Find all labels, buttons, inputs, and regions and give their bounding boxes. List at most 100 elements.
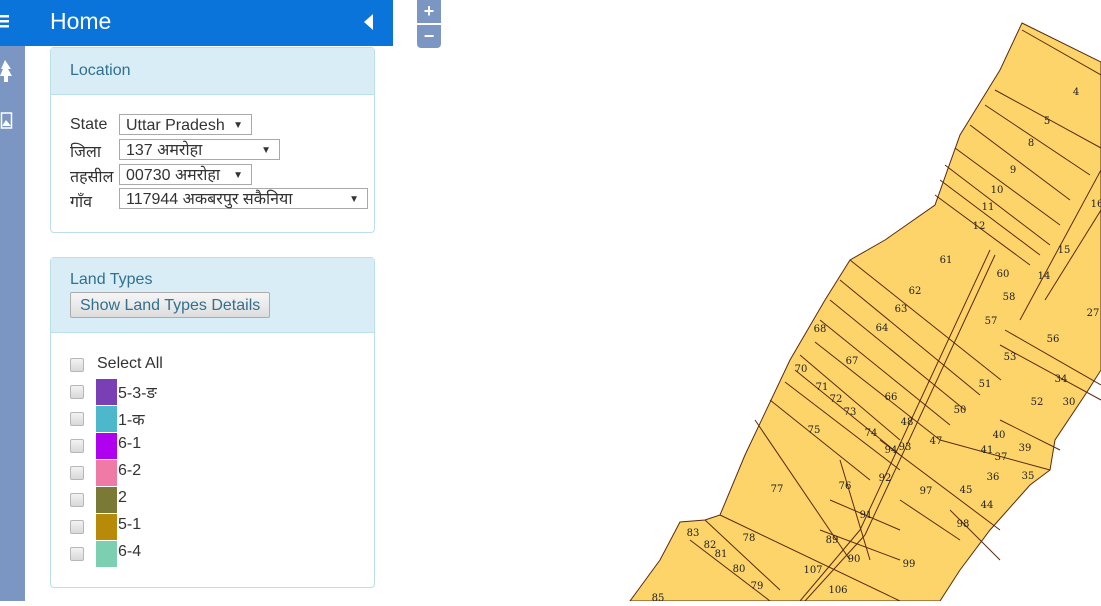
land-type-checkbox[interactable] (70, 493, 84, 507)
parcel-label[interactable]: 35 (1022, 471, 1035, 482)
parcel-label[interactable]: 37 (995, 452, 1008, 463)
menu-button[interactable] (0, 0, 25, 46)
parcel-label[interactable]: 92 (879, 473, 892, 484)
parcel-label[interactable]: 39 (1019, 443, 1032, 454)
parcel-label[interactable]: 83 (687, 528, 700, 539)
parcel-label[interactable]: 51 (979, 379, 992, 390)
parcel-label[interactable]: 97 (920, 486, 933, 497)
parcel-label[interactable]: 90 (848, 554, 861, 565)
village-select[interactable]: 117944 अकबरपुर सकैनिया ▼ (119, 188, 368, 209)
parcel-label[interactable]: 75 (808, 425, 821, 436)
parcel-label[interactable]: 67 (846, 356, 859, 367)
parcel-label[interactable]: 50 (954, 405, 967, 416)
parcel-map[interactable]: 4589101112141516273034353637394041444547… (395, 0, 1101, 604)
parcel-label[interactable]: 12 (973, 221, 986, 232)
parcel-label[interactable]: 76 (839, 481, 852, 492)
map-canvas[interactable]: 4 5 8 9 10 11 12 14 15 16 27 30 34 35 36 37 39 40 41 44 45 47… (395, 0, 1101, 604)
parcel-label[interactable]: 81 (715, 549, 728, 560)
state-label: State (70, 116, 108, 133)
parcel-label[interactable]: 4 (1073, 87, 1079, 98)
district-value: 137 अमरोहा (126, 142, 203, 159)
parcel-label[interactable]: 58 (1003, 292, 1016, 303)
parcel-label[interactable]: 53 (1004, 352, 1017, 363)
parcel-label[interactable]: 5 (1044, 116, 1050, 127)
parcel-label[interactable]: 8 (1028, 138, 1034, 149)
state-value: Uttar Pradesh (126, 117, 225, 134)
tree-icon[interactable] (0, 60, 14, 84)
parcel-label[interactable]: 14 (1038, 271, 1051, 282)
land-type-checkbox[interactable] (70, 547, 84, 561)
land-type-label: 6-4 (118, 543, 142, 560)
parcel-label[interactable]: 40 (993, 430, 1006, 441)
parcel-label[interactable]: 62 (909, 286, 922, 297)
parcel-label[interactable]: 89 (826, 535, 839, 546)
parcel-label[interactable]: 93 (899, 442, 912, 453)
parcel-label[interactable]: 60 (997, 269, 1010, 280)
parcel-label[interactable]: 36 (987, 472, 1000, 483)
parcel-label[interactable]: 45 (960, 485, 973, 496)
parcel-label[interactable]: 27 (1087, 308, 1100, 319)
parcel-label[interactable]: 61 (940, 255, 953, 266)
land-type-checkbox[interactable] (70, 385, 84, 399)
district-select[interactable]: 137 अमरोहा ▼ (119, 139, 280, 160)
land-type-label: 5-1 (118, 516, 142, 533)
land-type-label: 6-2 (118, 462, 142, 479)
parcel-label[interactable]: 107 (803, 565, 822, 576)
state-select[interactable]: Uttar Pradesh ▼ (119, 114, 252, 135)
land-type-label: 1-क (118, 412, 145, 429)
parcel-label[interactable]: 94 (885, 445, 898, 456)
parcel-label[interactable]: 15 (1058, 245, 1071, 256)
parcel-label[interactable]: 70 (795, 364, 808, 375)
land-type-color-swatch (96, 514, 117, 540)
parcel-label[interactable]: 57 (985, 316, 998, 327)
hamburger-icon (0, 15, 9, 28)
select-all-checkbox[interactable] (70, 358, 84, 372)
parcel-label[interactable]: 99 (903, 559, 916, 570)
image-icon[interactable] (0, 112, 14, 130)
parcel-label[interactable]: 82 (704, 540, 717, 551)
parcel-label[interactable]: 85 (652, 593, 665, 604)
land-type-color-swatch (96, 460, 117, 486)
parcel-label[interactable]: 106 (828, 585, 847, 596)
parcel-label[interactable]: 73 (844, 407, 857, 418)
parcel-label[interactable]: 66 (885, 392, 898, 403)
parcel-label[interactable]: 30 (1063, 397, 1076, 408)
show-land-types-details-button[interactable]: Show Land Types Details (70, 292, 271, 318)
parcel-label[interactable]: 98 (957, 519, 970, 530)
caret-left-icon[interactable] (364, 14, 373, 30)
parcel-label[interactable]: 74 (865, 428, 878, 439)
parcel-label[interactable]: 79 (751, 581, 764, 592)
land-type-color-swatch (96, 487, 117, 513)
land-type-checkbox[interactable] (70, 439, 84, 453)
parcel-label[interactable]: 48 (901, 417, 914, 428)
parcel-label[interactable]: 77 (771, 484, 784, 495)
land-type-checkbox[interactable] (70, 412, 84, 426)
village-label: गाँव (70, 194, 93, 211)
parcel-label[interactable]: 11 (982, 202, 995, 213)
tehsil-label: तहसील (70, 169, 114, 186)
land-type-checkbox[interactable] (70, 466, 84, 480)
district-label: जिला (70, 144, 102, 161)
parcel-label[interactable]: 44 (981, 500, 994, 511)
parcel-label[interactable]: 16 (1091, 199, 1101, 210)
land-type-label: 2 (118, 489, 127, 506)
parcel-label[interactable]: 34 (1055, 374, 1068, 385)
parcel-label[interactable]: 80 (733, 564, 746, 575)
parcel-label[interactable]: 56 (1047, 334, 1060, 345)
parcel-label[interactable]: 72 (830, 394, 843, 405)
parcel-label[interactable]: 91 (860, 510, 873, 521)
parcel-label[interactable]: 52 (1031, 397, 1044, 408)
parcel-label[interactable]: 78 (743, 533, 756, 544)
parcel-label[interactable]: 68 (814, 324, 827, 335)
parcel-label[interactable]: 47 (930, 436, 943, 447)
parcel-label[interactable]: 41 (981, 445, 994, 456)
parcel-label[interactable]: 9 (1010, 165, 1016, 176)
village-value: 117944 अकबरपुर सकैनिया (126, 191, 293, 208)
location-panel-title: Location (51, 48, 374, 95)
parcel-label[interactable]: 10 (991, 185, 1004, 196)
parcel-label[interactable]: 71 (816, 382, 829, 393)
land-type-checkbox[interactable] (70, 520, 84, 534)
tehsil-select[interactable]: 00730 अमरोहा ▼ (119, 164, 252, 185)
parcel-label[interactable]: 63 (895, 304, 908, 315)
parcel-label[interactable]: 64 (876, 323, 889, 334)
